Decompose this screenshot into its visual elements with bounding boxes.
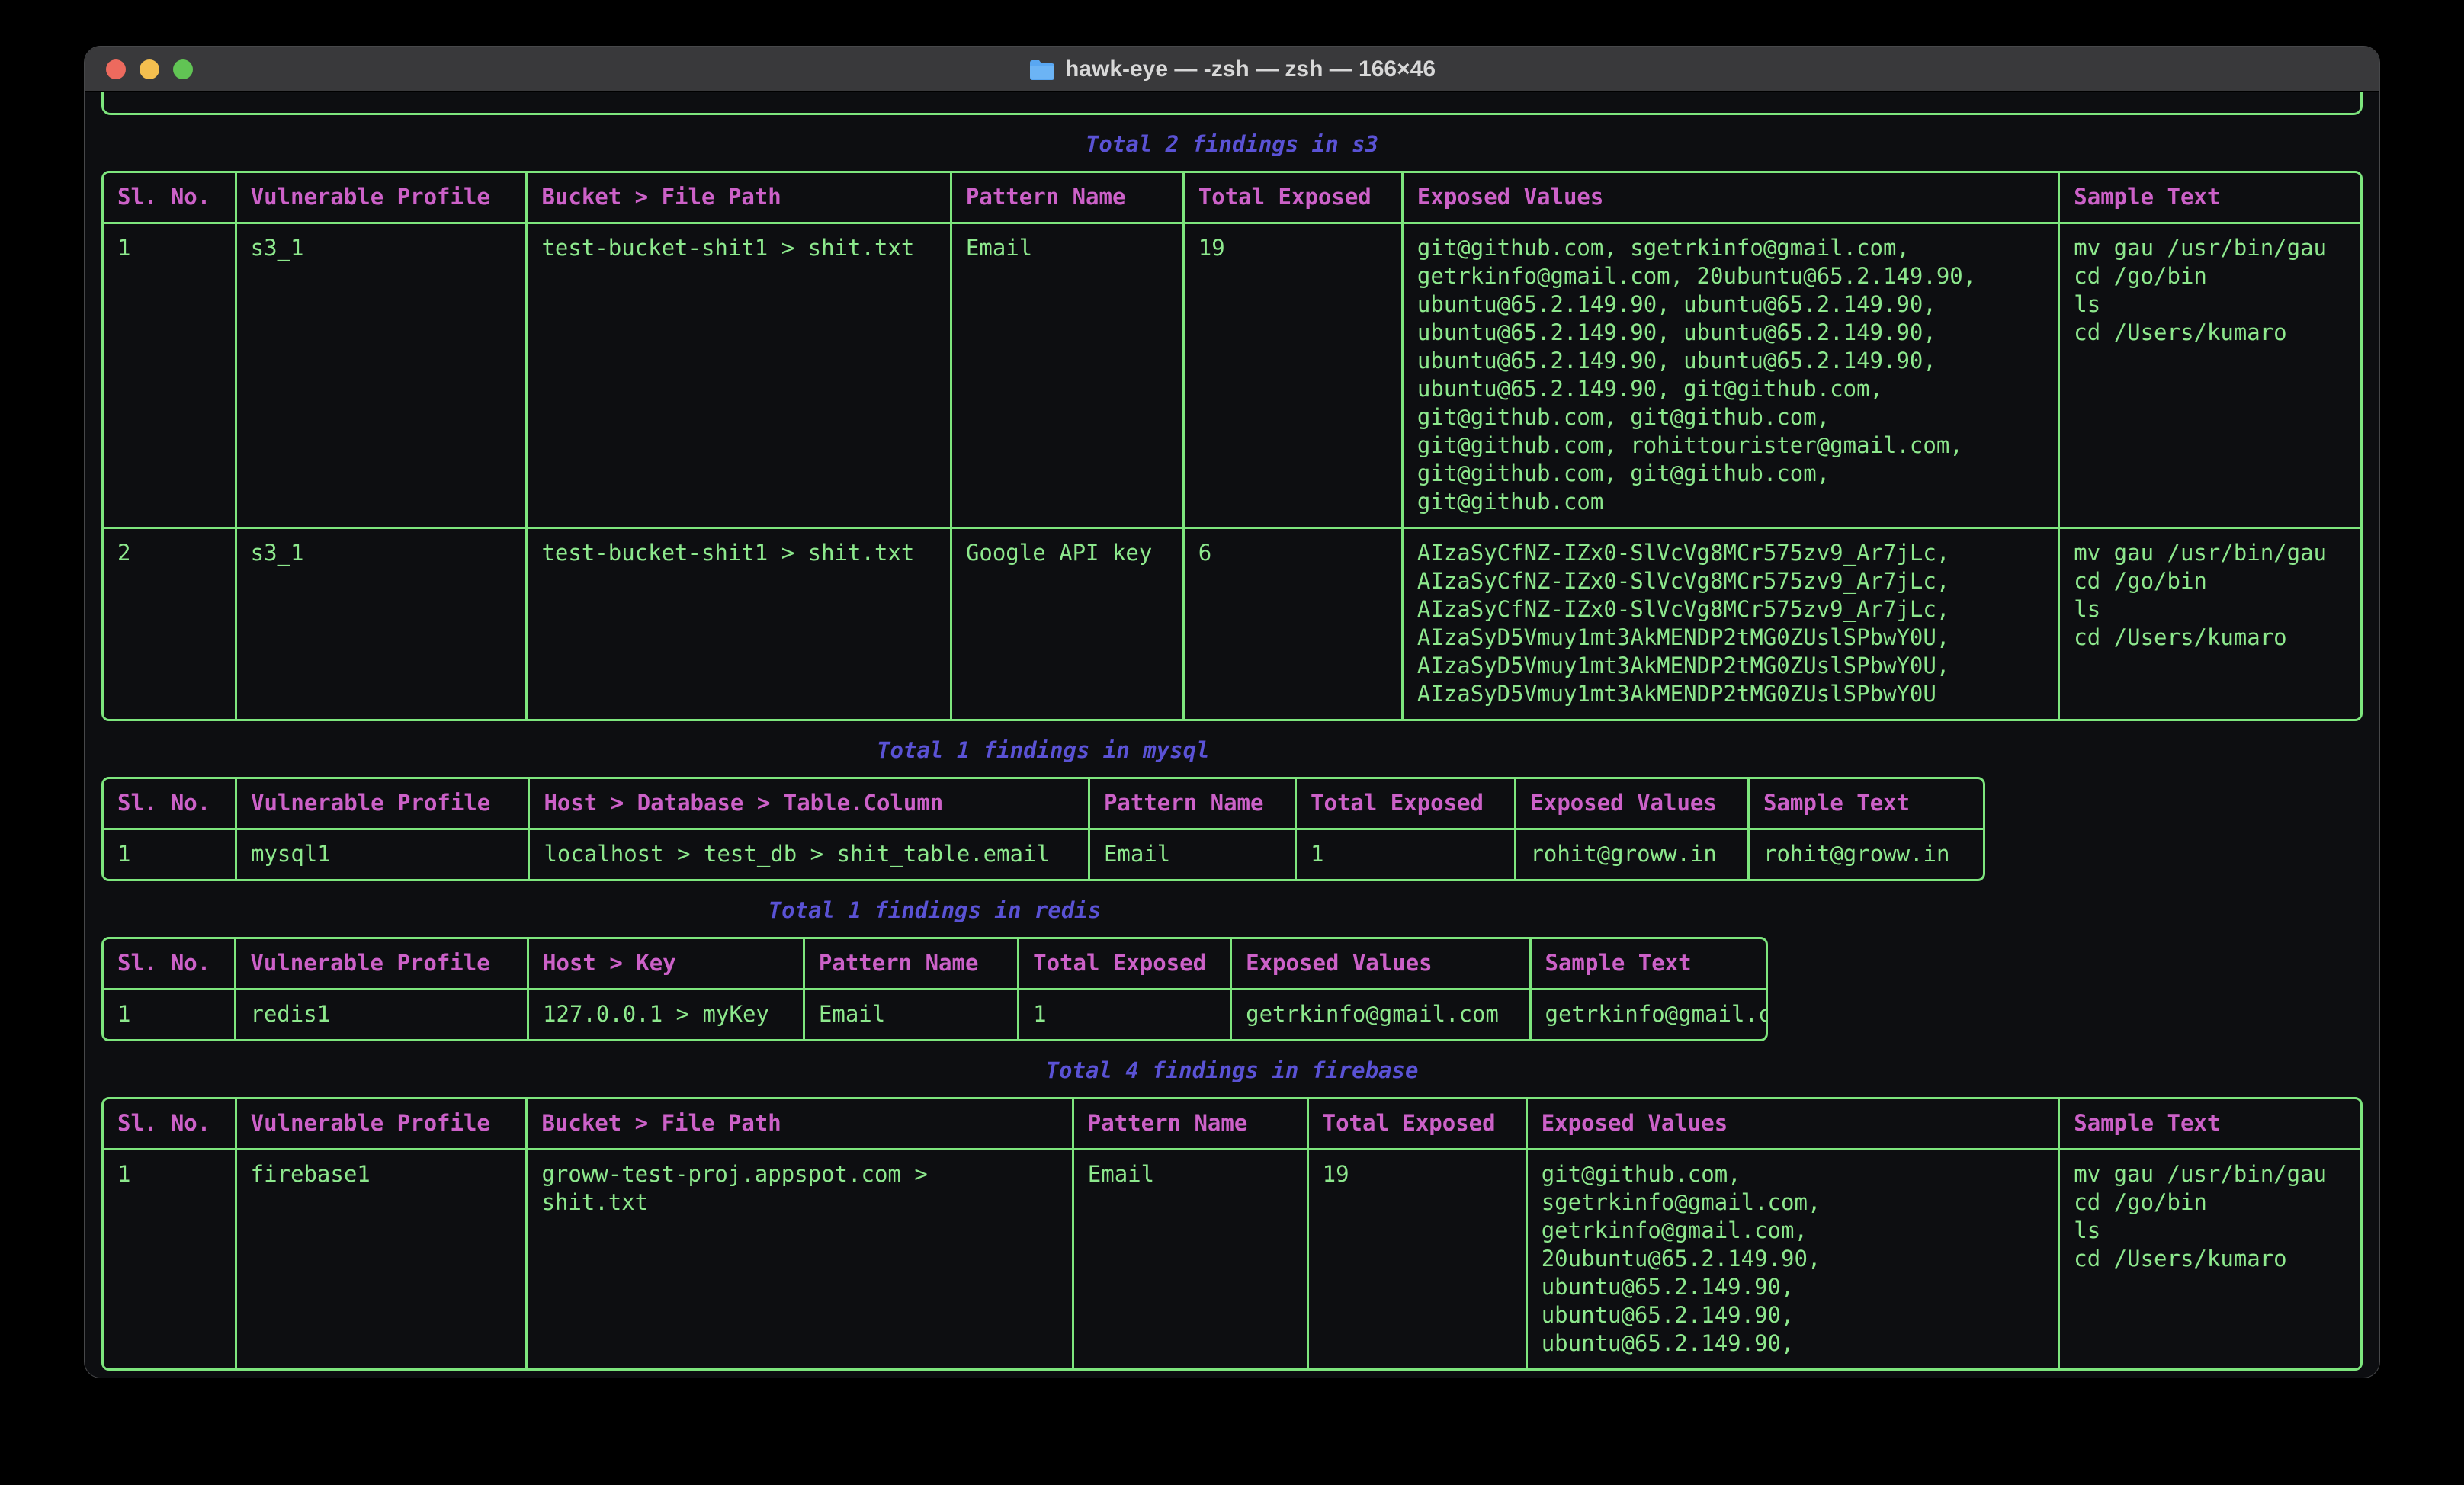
desktop-background: hawk-eye — -zsh — zsh — 166×46 Total 2 f… [0, 0, 2464, 1485]
column-header: Pattern Name [1074, 1099, 1309, 1150]
table-cell: mv gau /usr/bin/gau cd /go/bin ls cd /Us… [2060, 224, 2360, 529]
column-header: Sl. No. [104, 939, 236, 990]
column-header: Sl. No. [104, 779, 237, 830]
table-cell: git@github.com, sgetrkinfo@gmail.com, ge… [1404, 224, 2060, 529]
findings-sections: Total 2 findings in s3Sl. No.Vulnerable … [101, 130, 2363, 1371]
table-row: 2s3_1test-bucket-shit1 > shit.txtGoogle … [104, 529, 2360, 719]
column-header: Bucket > File Path [528, 1099, 1073, 1150]
table-cell: 19 [1309, 1150, 1528, 1368]
header-row: Sl. No.Vulnerable ProfileBucket > File P… [104, 173, 2360, 224]
column-header: Pattern Name [1090, 779, 1297, 830]
column-header: Sl. No. [104, 1099, 237, 1150]
findings-section-s3: Total 2 findings in s3 Sl. No.Vulnerable … [101, 130, 2363, 721]
terminal-window: hawk-eye — -zsh — zsh — 166×46 Total 2 f… [84, 46, 2380, 1378]
table-row: 1s3_1test-bucket-shit1 > shit.txtEmail19… [104, 224, 2360, 529]
table-cell: rohit@groww.in [1516, 830, 1750, 879]
column-header: Host > Key [529, 939, 805, 990]
table-cell: 1 [1019, 990, 1232, 1039]
column-header: Sample Text [1532, 939, 1766, 990]
column-header: Sample Text [2060, 1099, 2360, 1150]
table-cell: Email [805, 990, 1019, 1039]
findings-table-mysql: Sl. No.Vulnerable ProfileHost > Database… [101, 777, 1985, 881]
column-header: Total Exposed [1019, 939, 1232, 990]
table-cell: s3_1 [237, 224, 528, 529]
findings-count-heading: Total 2 findings in s3 [101, 130, 2363, 159]
column-header: Exposed Values [1404, 173, 2060, 224]
column-header: Vulnerable Profile [237, 779, 530, 830]
findings-section-firebase: Total 4 findings in firebase Sl. No.Vulne… [101, 1057, 2363, 1371]
column-header: Total Exposed [1309, 1099, 1528, 1150]
table-cell: mv gau /usr/bin/gau cd /go/bin ls cd /Us… [2060, 1150, 2360, 1368]
table-cell: 1 [104, 830, 237, 879]
column-header: Sample Text [1750, 779, 1983, 830]
column-header: Total Exposed [1185, 173, 1404, 224]
column-header: Host > Database > Table.Column [530, 779, 1089, 830]
header-row: Sl. No.Vulnerable ProfileHost > KeyPatte… [104, 939, 1766, 990]
close-button[interactable] [106, 59, 126, 79]
minimize-button[interactable] [140, 59, 159, 79]
window-title-text: hawk-eye — -zsh — zsh — 166×46 [1065, 56, 1436, 82]
column-header: Pattern Name [952, 173, 1185, 224]
table-cell: 1 [104, 224, 237, 529]
column-header: Total Exposed [1297, 779, 1516, 830]
table-cell: test-bucket-shit1 > shit.txt [528, 224, 951, 529]
titlebar[interactable]: hawk-eye — -zsh — zsh — 166×46 [85, 47, 2379, 92]
findings-count-heading: Total 1 findings in redis [101, 896, 1768, 925]
column-header: Sl. No. [104, 173, 237, 224]
table-cell: 1 [1297, 830, 1516, 879]
findings-table-s3: Sl. No.Vulnerable ProfileBucket > File P… [101, 171, 2363, 721]
table-cell: mysql1 [237, 830, 530, 879]
findings-count-heading: Total 4 findings in firebase [101, 1057, 2363, 1085]
table-cell: 1 [104, 1150, 237, 1368]
table-cell: getrkinfo@gmail.com [1232, 990, 1531, 1039]
traffic-lights [106, 47, 193, 92]
table-cell: git@github.com, sgetrkinfo@gmail.com, ge… [1528, 1150, 2061, 1368]
table-cell: Email [1090, 830, 1297, 879]
header-row: Sl. No.Vulnerable ProfileBucket > File P… [104, 1099, 2360, 1150]
table-cell: 6 [1185, 529, 1404, 719]
terminal-content[interactable]: Total 2 findings in s3Sl. No.Vulnerable … [85, 92, 2379, 1378]
column-header: Vulnerable Profile [236, 939, 529, 990]
table-cell: firebase1 [237, 1150, 528, 1368]
table-cell: 1 [104, 990, 236, 1039]
table-cell: mv gau /usr/bin/gau cd /go/bin ls cd /Us… [2060, 529, 2360, 719]
table-row: 1firebase1groww-test-proj.appspot.com > … [104, 1150, 2360, 1368]
findings-section-redis: Total 1 findings in redis Sl. No.Vulnerab… [101, 896, 2363, 1041]
column-header: Bucket > File Path [528, 173, 951, 224]
zoom-button[interactable] [173, 59, 193, 79]
findings-section-mysql: Total 1 findings in mysql Sl. No.Vulnerab… [101, 736, 2363, 881]
truncated-table-bottom-border [101, 92, 2363, 115]
table-cell: localhost > test_db > shit_table.email [530, 830, 1089, 879]
column-header: Vulnerable Profile [237, 173, 528, 224]
column-header: Exposed Values [1528, 1099, 2061, 1150]
column-header: Exposed Values [1232, 939, 1531, 990]
findings-table-redis: Sl. No.Vulnerable ProfileHost > KeyPatte… [101, 937, 1768, 1041]
folder-icon [1028, 58, 1056, 81]
table-cell: getrkinfo@gmail.com [1532, 990, 1766, 1039]
table-cell: 127.0.0.1 > myKey [529, 990, 805, 1039]
table-cell: Email [1074, 1150, 1309, 1368]
column-header: Exposed Values [1516, 779, 1750, 830]
column-header: Sample Text [2060, 173, 2360, 224]
table-cell: s3_1 [237, 529, 528, 719]
table-cell: Google API key [952, 529, 1185, 719]
table-row: 1redis1127.0.0.1 > myKeyEmail1getrkinfo@… [104, 990, 1766, 1039]
column-header: Pattern Name [805, 939, 1019, 990]
table-cell: 19 [1185, 224, 1404, 529]
header-row: Sl. No.Vulnerable ProfileHost > Database… [104, 779, 1983, 830]
column-header: Vulnerable Profile [237, 1099, 528, 1150]
table-cell: Email [952, 224, 1185, 529]
window-title: hawk-eye — -zsh — zsh — 166×46 [85, 56, 2379, 82]
findings-count-heading: Total 1 findings in mysql [101, 736, 1985, 765]
table-cell: rohit@groww.in [1750, 830, 1983, 879]
table-row: 1mysql1localhost > test_db > shit_table.… [104, 830, 1983, 879]
table-cell: AIzaSyCfNZ-IZx0-SlVcVg8MCr575zv9_Ar7jLc,… [1404, 529, 2060, 719]
table-cell: redis1 [236, 990, 529, 1039]
table-cell: test-bucket-shit1 > shit.txt [528, 529, 951, 719]
table-cell: groww-test-proj.appspot.com > shit.txt [528, 1150, 1073, 1368]
findings-table-firebase: Sl. No.Vulnerable ProfileBucket > File P… [101, 1097, 2363, 1371]
table-cell: 2 [104, 529, 237, 719]
